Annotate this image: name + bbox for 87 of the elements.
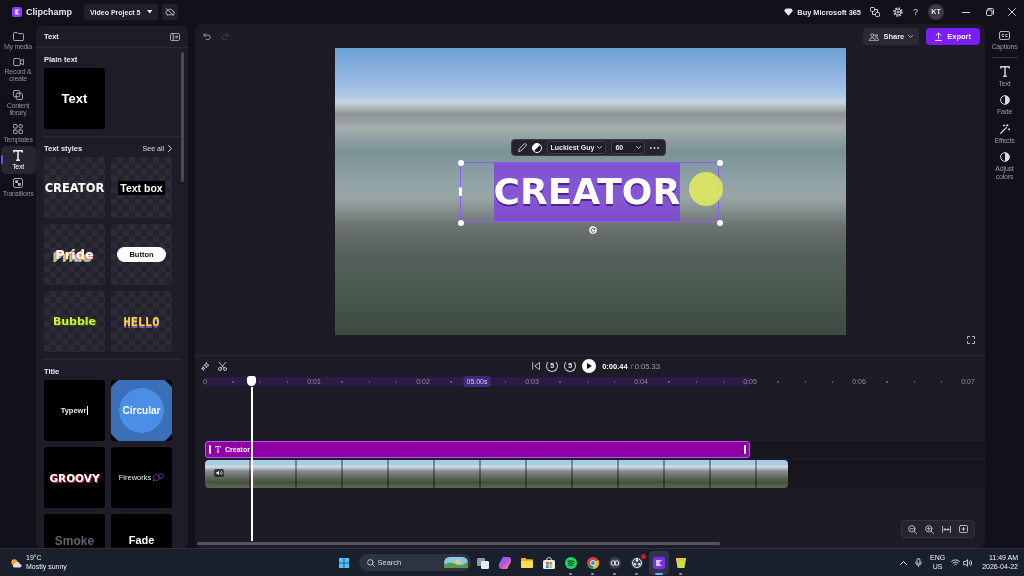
app-logo-icon bbox=[12, 7, 22, 17]
overlapping-windows-icon[interactable] bbox=[476, 556, 489, 569]
sparkle-icon[interactable] bbox=[201, 361, 210, 371]
overlay-text: CREATOR bbox=[493, 163, 681, 221]
speaker-icon[interactable] bbox=[963, 558, 974, 567]
resize-handle[interactable] bbox=[457, 160, 464, 166]
connections-icon[interactable] bbox=[870, 7, 880, 17]
camera-icon bbox=[12, 57, 24, 66]
text-style-tile[interactable]: GROOVY bbox=[44, 447, 105, 508]
chevron-right-icon bbox=[168, 144, 172, 152]
resize-handle[interactable] bbox=[716, 220, 723, 226]
sound-waves-circle-icon[interactable] bbox=[564, 556, 577, 569]
scissors-icon[interactable] bbox=[218, 361, 227, 371]
text-style-tile[interactable]: CREATOR bbox=[44, 157, 105, 218]
double-ring-icon[interactable] bbox=[608, 556, 621, 569]
more-options-icon[interactable] bbox=[650, 146, 660, 149]
folder-icon bbox=[12, 32, 24, 41]
caret-down-icon bbox=[146, 10, 152, 14]
transition-icon bbox=[13, 177, 23, 188]
expand-horizontal-icon[interactable] bbox=[942, 525, 951, 533]
landscape-picture-icon bbox=[443, 557, 468, 568]
chevron-down-icon bbox=[908, 34, 914, 39]
cloud-off-icon bbox=[165, 8, 175, 16]
chevron-up-icon[interactable] bbox=[900, 560, 907, 565]
help-button[interactable]: ? bbox=[913, 7, 918, 17]
chevron-down-icon bbox=[597, 145, 603, 150]
chevron-down-icon bbox=[636, 145, 642, 150]
fullscreen-icon[interactable] bbox=[967, 336, 975, 344]
editor-app-icon[interactable] bbox=[652, 556, 665, 569]
text-style-tile[interactable]: Pride bbox=[44, 224, 105, 285]
play-icon bbox=[587, 363, 593, 369]
resize-handle[interactable] bbox=[458, 187, 462, 196]
app-name: Clipchamp bbox=[26, 7, 72, 17]
captions-icon bbox=[999, 31, 1010, 40]
resize-handle[interactable] bbox=[457, 220, 464, 226]
cursor-highlight-icon bbox=[688, 172, 723, 206]
minimize-icon[interactable] bbox=[962, 11, 970, 13]
skip-to-start-icon[interactable] bbox=[532, 362, 541, 370]
panel-scrollbar[interactable] bbox=[181, 52, 184, 182]
wifi-icon[interactable] bbox=[951, 559, 961, 566]
sun-cloud-icon bbox=[10, 557, 22, 568]
active-app-tile[interactable] bbox=[648, 550, 669, 575]
close-icon[interactable] bbox=[1008, 8, 1016, 16]
half-circle-icon bbox=[999, 95, 1010, 105]
playhead-handle[interactable] bbox=[247, 376, 257, 386]
text-icon bbox=[999, 65, 1010, 77]
folder-icon[interactable] bbox=[520, 557, 533, 568]
zoom-in-icon[interactable] bbox=[925, 524, 934, 534]
upload-icon bbox=[935, 32, 943, 41]
three-dot-circle-icon[interactable] bbox=[630, 556, 643, 569]
firework-circles-icon bbox=[152, 473, 165, 482]
microphone-icon[interactable] bbox=[915, 558, 922, 567]
contrast-icon[interactable] bbox=[531, 142, 542, 153]
play-button[interactable] bbox=[582, 359, 597, 373]
text-style-tile[interactable]: Text bbox=[44, 68, 105, 129]
video-clip[interactable] bbox=[205, 460, 788, 488]
text-style-tile[interactable]: Bubble bbox=[44, 291, 105, 352]
people-icon bbox=[869, 32, 880, 41]
panel-icon[interactable] bbox=[170, 32, 180, 41]
text-icon bbox=[13, 150, 23, 161]
text-style-tile[interactable]: Fade bbox=[111, 514, 172, 548]
grid-icon bbox=[13, 123, 23, 134]
text-style-tile[interactable]: Smoke bbox=[44, 514, 105, 548]
sync-status-button[interactable] bbox=[162, 4, 178, 20]
segmented-circle-icon[interactable] bbox=[586, 556, 599, 569]
speaker-icon[interactable] bbox=[214, 469, 224, 477]
zoom-out-icon[interactable] bbox=[908, 524, 917, 534]
cup-icon[interactable] bbox=[674, 556, 687, 569]
search-icon bbox=[366, 558, 375, 567]
restore-icon[interactable] bbox=[986, 8, 994, 16]
undo-icon[interactable] bbox=[203, 33, 211, 40]
shopping-bag-icon[interactable] bbox=[542, 556, 555, 569]
horizontal-scrollbar[interactable] bbox=[197, 542, 720, 545]
resize-handle[interactable] bbox=[716, 160, 723, 166]
text-style-tile[interactable]: HELLO bbox=[111, 291, 172, 352]
diamond-icon bbox=[784, 8, 794, 16]
frame-plus-icon[interactable] bbox=[959, 525, 968, 533]
text-icon bbox=[215, 446, 221, 453]
pencil-icon[interactable] bbox=[517, 143, 527, 152]
text-style-tile[interactable]: Text box bbox=[111, 157, 172, 218]
half-circle-icon bbox=[999, 152, 1010, 162]
layers-icon bbox=[13, 89, 23, 100]
windows-logo-icon[interactable] bbox=[338, 557, 349, 568]
magic-wand-icon bbox=[999, 123, 1010, 134]
settings-icon[interactable] bbox=[893, 7, 903, 17]
gradient-ribbon-icon[interactable] bbox=[498, 556, 511, 569]
rotate-icon[interactable] bbox=[588, 226, 597, 234]
